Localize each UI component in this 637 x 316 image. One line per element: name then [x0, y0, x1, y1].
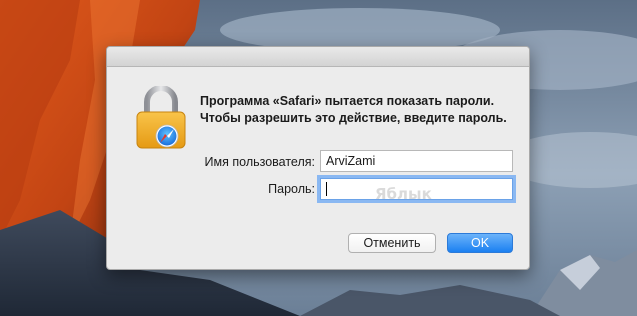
username-label: Имя пользователя:	[204, 155, 315, 169]
padlock-icon	[133, 85, 189, 150]
ok-button[interactable]: OK	[447, 233, 513, 253]
cancel-button[interactable]: Отменить	[348, 233, 436, 253]
password-label: Пароль:	[268, 182, 315, 196]
username-field[interactable]	[320, 150, 513, 172]
text-caret	[326, 182, 327, 196]
watermark: Яблык	[375, 185, 432, 203]
dialog-message: Программа «Safari» пытается показать пар…	[200, 94, 507, 125]
dialog-titlebar[interactable]	[107, 47, 529, 67]
authentication-dialog: Программа «Safari» пытается показать пар…	[106, 46, 530, 270]
